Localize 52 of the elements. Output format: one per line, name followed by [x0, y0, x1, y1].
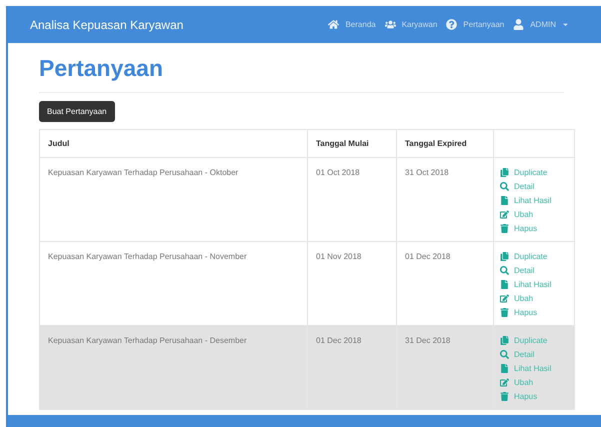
search-icon	[500, 350, 509, 359]
action-link[interactable]: Lihat Hasil	[500, 362, 568, 375]
action-link[interactable]: Ubah	[500, 376, 568, 389]
action-link[interactable]: Detail	[500, 180, 568, 193]
brand-title[interactable]: Analisa Kepuasan Karyawan	[30, 16, 184, 34]
edit-icon	[500, 378, 509, 387]
copy-icon	[500, 168, 509, 177]
action-link[interactable]: Duplicate	[500, 334, 568, 347]
user-icon	[513, 19, 524, 30]
nav-link[interactable]: Beranda	[328, 18, 376, 30]
column-header: Judul	[40, 130, 308, 158]
action-link[interactable]: Lihat Hasil	[500, 278, 568, 291]
table-cell: 01 Oct 2018	[316, 168, 360, 177]
action-link[interactable]: Ubah	[500, 208, 568, 221]
trash-icon	[500, 392, 509, 401]
search-icon	[500, 266, 509, 275]
users-icon	[384, 19, 396, 30]
question-icon	[446, 19, 458, 30]
action-link[interactable]: Hapus	[500, 390, 568, 403]
table-cell: 01 Nov 2018	[316, 252, 362, 261]
search-icon	[500, 182, 509, 191]
copy-icon	[500, 252, 509, 261]
action-link[interactable]: Hapus	[500, 306, 568, 319]
table-cell: Kepuasan Karyawan Terhadap Perusahaan - November	[48, 252, 247, 261]
file-icon	[500, 196, 509, 205]
nav-link[interactable]: Karyawan	[384, 18, 438, 30]
table-cell: 31 Oct 2018	[405, 168, 449, 177]
action-link[interactable]: Duplicate	[500, 166, 568, 179]
action-link[interactable]: Detail	[500, 264, 568, 277]
edit-icon	[500, 210, 509, 219]
trash-icon	[500, 224, 509, 233]
action-link[interactable]: Detail	[500, 348, 568, 361]
table-cell: 01 Dec 2018	[405, 252, 450, 261]
action-link[interactable]: Hapus	[500, 222, 568, 235]
trash-icon	[500, 308, 509, 317]
create-button[interactable]: Buat Pertanyaan	[39, 101, 115, 122]
edit-icon	[500, 294, 509, 303]
table-row[interactable]: Kepuasan Karyawan Terhadap Perusahaan - Desember 01 Dec 2018 31 Dec 2018 Duplicate Detail Lihat Hasil Ubah Hapus	[40, 326, 574, 409]
action-link[interactable]: Lihat Hasil	[500, 194, 568, 207]
page-title: Pertanyaan	[39, 54, 164, 83]
table-cell: Kepuasan Karyawan Terhadap Perusahaan - Oktober	[48, 168, 238, 177]
file-icon	[500, 280, 509, 289]
table-cell: Kepuasan Karyawan Terhadap Perusahaan - Desember	[48, 336, 247, 345]
table-cell: 01 Dec 2018	[316, 336, 362, 345]
action-link[interactable]: Duplicate	[500, 250, 568, 263]
nav-link[interactable]: ADMIN	[513, 18, 569, 30]
nav-link[interactable]: Pertanyaan	[446, 18, 504, 30]
home-icon	[328, 19, 340, 30]
file-icon	[500, 364, 509, 373]
copy-icon	[500, 336, 509, 345]
table-cell: 31 Dec 2018	[405, 336, 450, 345]
action-link[interactable]: Ubah	[500, 292, 568, 305]
